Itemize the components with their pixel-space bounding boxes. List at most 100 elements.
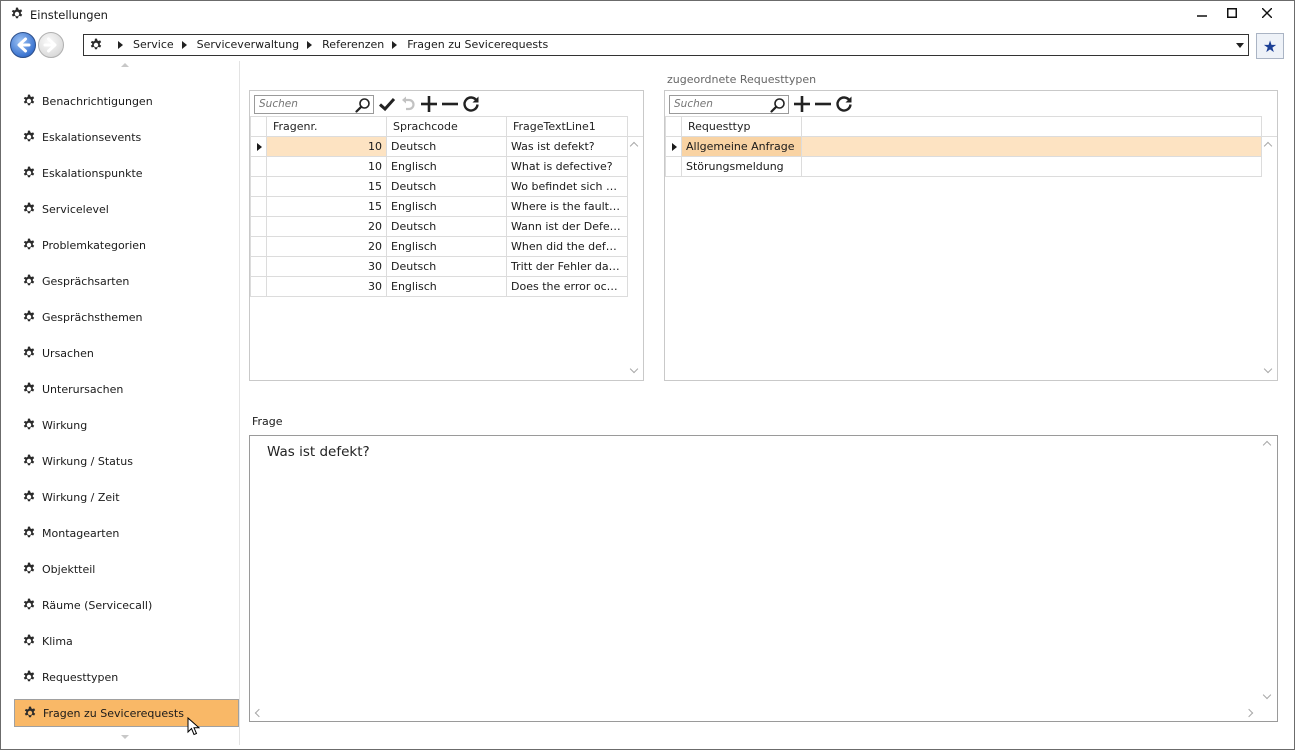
cell-filler[interactable] (801, 156, 1262, 177)
scroll-down-icon[interactable] (121, 735, 129, 739)
scroll-up-icon[interactable] (1263, 141, 1273, 151)
sidebar-item[interactable]: Wirkung (14, 411, 239, 439)
add-button[interactable] (791, 94, 812, 114)
sidebar-item[interactable]: Objektteil (14, 555, 239, 583)
frage-textarea[interactable]: Was ist defekt? (249, 435, 1278, 722)
refresh-button[interactable] (833, 94, 854, 114)
row-header[interactable] (250, 156, 267, 177)
add-button[interactable] (418, 94, 439, 114)
forward-button[interactable] (38, 32, 64, 58)
row-header[interactable] (250, 256, 267, 277)
sidebar-item[interactable]: Wirkung / Status (14, 447, 239, 475)
scroll-down-icon[interactable] (1263, 364, 1273, 374)
cell-sprachcode[interactable]: Englisch (386, 156, 507, 177)
sidebar-item[interactable]: Fragen zu Sevicerequests (14, 699, 239, 727)
cell-fragenr[interactable]: 10 (266, 136, 387, 157)
row-header[interactable] (250, 216, 267, 237)
questions-scrollbar[interactable] (627, 137, 643, 380)
cell-requesttyp[interactable]: Störungsmeldung (681, 156, 802, 177)
breadcrumb-service[interactable]: Service (133, 38, 174, 51)
remove-button[interactable] (439, 94, 460, 114)
cell-sprachcode[interactable]: Englisch (386, 236, 507, 257)
save-button[interactable] (376, 94, 397, 114)
scroll-up-icon[interactable] (629, 141, 639, 151)
cell-sprachcode[interactable]: Deutsch (386, 216, 507, 237)
maximize-button[interactable] (1217, 1, 1247, 25)
address-bar[interactable]: Service Serviceverwaltung Referenzen Fra… (83, 34, 1249, 56)
minimize-button[interactable] (1187, 1, 1217, 25)
frage-horizontal-scrollbar[interactable] (250, 706, 1260, 720)
sidebar-item[interactable]: Gesprächsarten (14, 267, 239, 295)
scroll-down-icon[interactable] (1262, 690, 1272, 700)
cell-fragenr[interactable]: 15 (266, 196, 387, 217)
scroll-left-icon[interactable] (254, 708, 264, 718)
refresh-button[interactable] (460, 94, 481, 114)
row-header[interactable] (250, 276, 267, 297)
table-row[interactable]: Allgemeine Anfrage (665, 136, 1262, 157)
requesttypes-search[interactable] (669, 94, 789, 114)
requesttypes-search-input[interactable] (670, 95, 766, 113)
table-row[interactable]: 30 Deutsch Tritt der Fehler dauer… (250, 256, 628, 277)
cell-fragetext[interactable]: Where is the fault lo… (506, 196, 628, 217)
table-row[interactable]: 15 Englisch Where is the fault lo… (250, 196, 628, 217)
sidebar-item[interactable]: Gesprächsthemen (14, 303, 239, 331)
sidebar-item[interactable]: Requesttypen (14, 663, 239, 691)
cell-fragetext[interactable]: Wo befindet sich die… (506, 176, 628, 197)
table-row[interactable]: 20 Deutsch Wann ist der Defekt… (250, 216, 628, 237)
sidebar-item[interactable]: Montagearten (14, 519, 239, 547)
remove-button[interactable] (812, 94, 833, 114)
table-row[interactable]: Störungsmeldung (665, 156, 1262, 177)
breadcrumb-serviceverwaltung[interactable]: Serviceverwaltung (197, 38, 300, 51)
cell-sprachcode[interactable]: Deutsch (386, 136, 507, 157)
search-icon[interactable] (770, 97, 786, 113)
cell-sprachcode[interactable]: Englisch (386, 196, 507, 217)
sidebar-item[interactable]: Unterursachen (14, 375, 239, 403)
sidebar-item[interactable]: Eskalationsevents (14, 123, 239, 151)
sidebar-item[interactable]: Ursachen (14, 339, 239, 367)
sidebar-item[interactable]: Klima (14, 627, 239, 655)
scroll-up-icon[interactable] (121, 63, 129, 67)
sidebar-item[interactable]: Eskalationspunkte (14, 159, 239, 187)
cell-fragetext[interactable]: Was ist defekt? (506, 136, 628, 157)
cell-fragenr[interactable]: 10 (266, 156, 387, 177)
questions-search[interactable] (254, 94, 374, 114)
cell-fragetext[interactable]: When did the defect… (506, 236, 628, 257)
row-header[interactable] (250, 136, 267, 157)
cell-fragetext[interactable]: What is defective? (506, 156, 628, 177)
breadcrumb-referenzen[interactable]: Referenzen (322, 38, 384, 51)
column-header-sprachcode[interactable]: Sprachcode (386, 116, 507, 137)
table-row[interactable]: 20 Englisch When did the defect… (250, 236, 628, 257)
scroll-right-icon[interactable] (1244, 708, 1254, 718)
scroll-down-icon[interactable] (629, 364, 639, 374)
back-button[interactable] (10, 32, 36, 58)
cell-sprachcode[interactable]: Deutsch (386, 176, 507, 197)
cell-fragenr[interactable]: 20 (266, 216, 387, 237)
table-row[interactable]: 10 Deutsch Was ist defekt? (250, 136, 628, 157)
column-header-fragetext[interactable]: FrageTextLine1 (506, 116, 628, 137)
cell-filler[interactable] (801, 136, 1262, 157)
sidebar-item[interactable]: Räume (Servicecall) (14, 591, 239, 619)
table-row[interactable]: 15 Deutsch Wo befindet sich die… (250, 176, 628, 197)
cell-fragetext[interactable]: Wann ist der Defekt… (506, 216, 628, 237)
sidebar-item[interactable]: Wirkung / Zeit (14, 483, 239, 511)
table-row[interactable]: 10 Englisch What is defective? (250, 156, 628, 177)
cell-sprachcode[interactable]: Deutsch (386, 256, 507, 277)
row-header[interactable] (250, 196, 267, 217)
favorite-button[interactable]: ★ (1256, 33, 1284, 59)
row-header[interactable] (250, 176, 267, 197)
sidebar-item[interactable]: Benachrichtigungen (14, 87, 239, 115)
cell-fragetext[interactable]: Does the error occur… (506, 276, 628, 297)
row-header[interactable] (665, 156, 682, 177)
requesttypes-scrollbar[interactable] (1261, 137, 1277, 380)
chevron-down-icon[interactable] (1236, 43, 1244, 48)
cell-requesttyp[interactable]: Allgemeine Anfrage (681, 136, 802, 157)
close-button[interactable] (1252, 1, 1282, 25)
sidebar-item[interactable]: Servicelevel (14, 195, 239, 223)
undo-button[interactable] (397, 94, 418, 114)
frage-text[interactable]: Was ist defekt? (267, 444, 370, 460)
cell-fragenr[interactable]: 30 (266, 276, 387, 297)
frage-vertical-scrollbar[interactable] (1260, 436, 1276, 706)
row-header[interactable] (665, 136, 682, 157)
scroll-up-icon[interactable] (1262, 440, 1272, 450)
cell-fragenr[interactable]: 15 (266, 176, 387, 197)
